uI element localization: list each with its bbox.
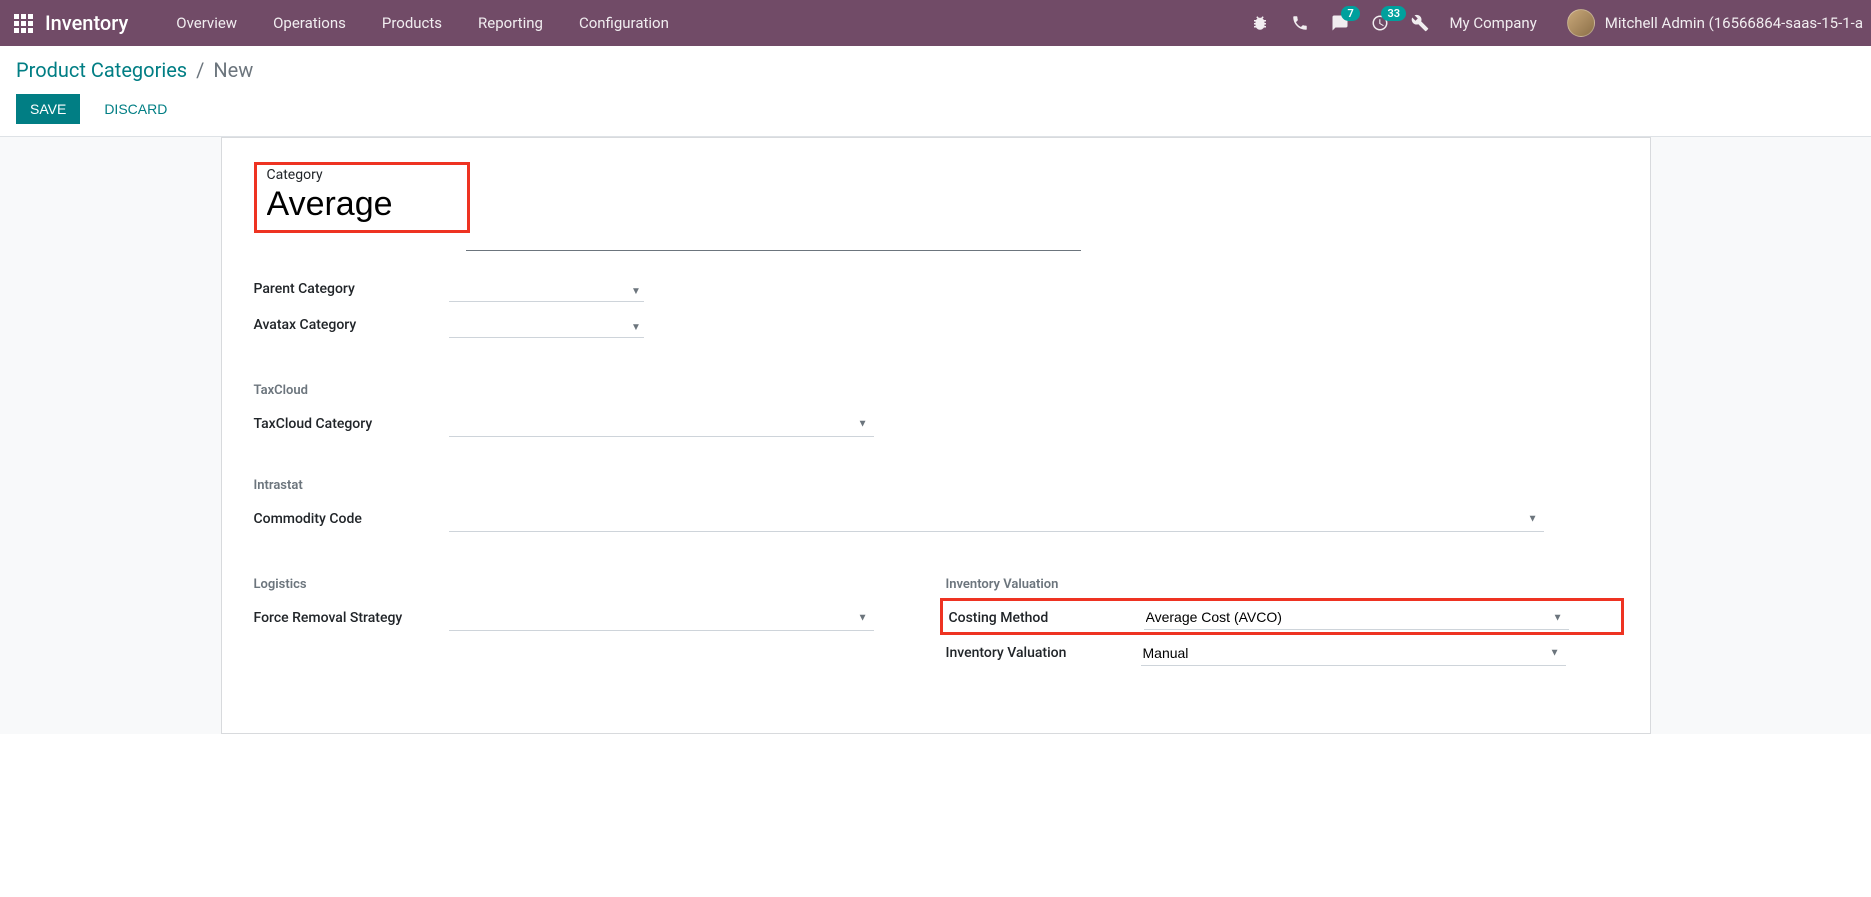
user-name: Mitchell Admin (16566864-saas-15-1-a [1605,14,1863,32]
inventory-valuation-label: Inventory Valuation [946,645,1141,661]
navbar: Inventory Overview Operations Products R… [0,0,1871,46]
user-menu[interactable]: Mitchell Admin (16566864-saas-15-1-a [1567,9,1863,37]
taxcloud-category-label: TaxCloud Category [254,416,449,432]
nav-overview[interactable]: Overview [158,2,255,44]
nav-configuration[interactable]: Configuration [561,2,687,44]
avatax-category-label: Avatax Category [254,317,449,333]
form-container: Category Parent Category ▼ Avatax Catego… [0,137,1871,734]
breadcrumb: Product Categories / New [16,58,1855,82]
form-sheet: Category Parent Category ▼ Avatax Catego… [221,137,1651,734]
nav-systray: 7 33 [1251,14,1429,32]
phone-icon[interactable] [1291,14,1309,32]
control-panel: Product Categories / New Save Discard [0,46,1871,137]
costing-method-select[interactable] [1144,605,1569,630]
logistics-section-title: Logistics [254,577,926,592]
nav-products[interactable]: Products [364,2,460,44]
force-removal-label: Force Removal Strategy [254,610,449,626]
debug-icon[interactable] [1251,14,1269,32]
avatax-category-input[interactable] [449,313,644,338]
discard-button[interactable]: Discard [90,94,181,124]
activity-icon[interactable]: 33 [1371,14,1389,32]
activity-badge: 33 [1381,6,1406,21]
inventory-valuation-select[interactable] [1141,641,1566,666]
breadcrumb-current: New [213,58,253,82]
category-block: Category [254,162,470,233]
category-label: Category [267,167,457,183]
nav-reporting[interactable]: Reporting [460,2,561,44]
commodity-code-label: Commodity Code [254,511,449,527]
breadcrumb-sep: / [196,58,204,82]
parent-category-label: Parent Category [254,281,449,297]
tools-icon[interactable] [1411,14,1429,32]
save-button[interactable]: Save [16,94,80,124]
parent-category-input[interactable] [449,277,644,302]
taxcloud-section-title: TaxCloud [254,383,1618,398]
chat-badge: 7 [1341,6,1359,21]
nav-operations[interactable]: Operations [255,2,364,44]
costing-method-row: Costing Method ▼ [940,598,1624,635]
company-switcher[interactable]: My Company [1449,14,1536,32]
inventory-valuation-section-title: Inventory Valuation [946,577,1618,592]
apps-icon[interactable] [14,14,33,33]
intrastat-section-title: Intrastat [254,478,1618,493]
costing-method-label: Costing Method [949,610,1144,626]
app-brand[interactable]: Inventory [45,11,128,35]
force-removal-input[interactable] [449,606,874,631]
category-name-input[interactable] [267,183,457,226]
nav-menu: Overview Operations Products Reporting C… [158,2,687,44]
cp-buttons: Save Discard [16,94,1855,136]
avatar [1567,9,1595,37]
taxcloud-category-input[interactable] [449,412,874,437]
breadcrumb-parent[interactable]: Product Categories [16,58,187,82]
commodity-code-input[interactable] [449,507,1544,532]
chat-icon[interactable]: 7 [1331,14,1349,32]
